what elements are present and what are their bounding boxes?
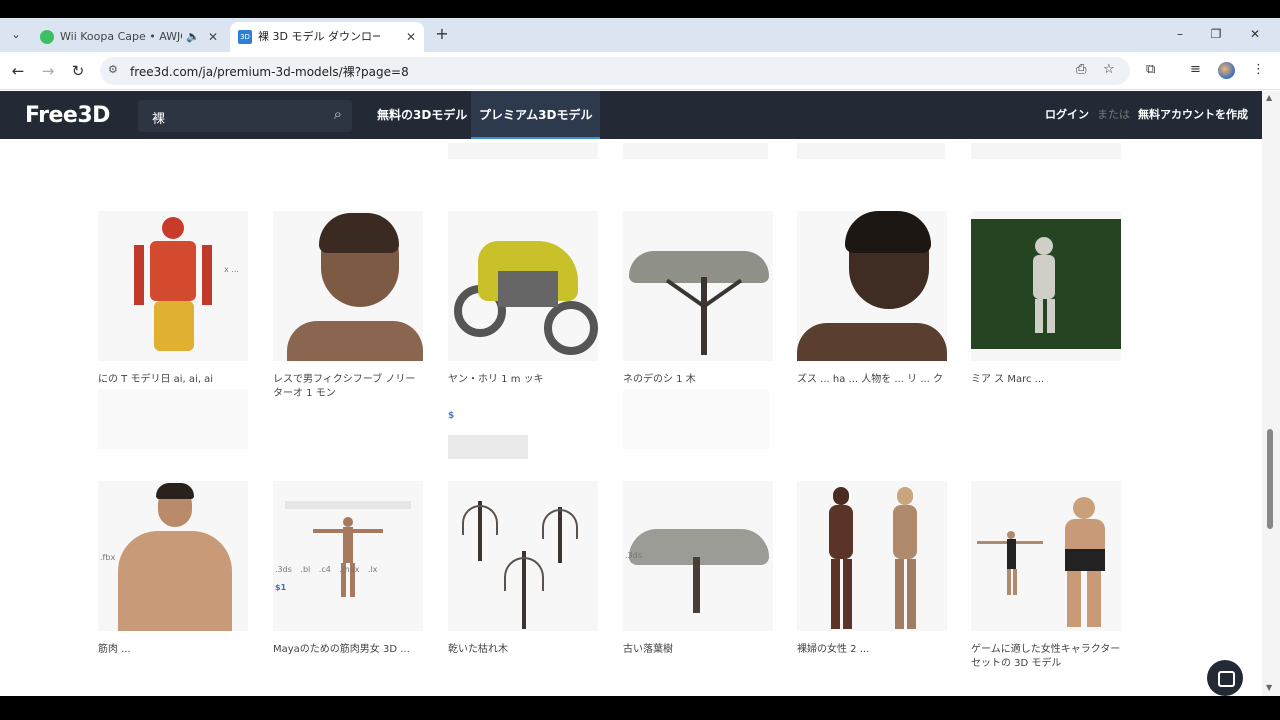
browser-window: ⌄ Wii Koopa Cape • AWJC Me 🔈 ✕ 3D 裸 3D モ… — [0, 18, 1280, 696]
model-thumbnail[interactable] — [623, 481, 773, 631]
model-card[interactable]: にの T モデリ日 ai, ai, ai x ... — [98, 211, 248, 401]
model-card[interactable]: ヤン・ホリ 1 m ッキ $ — [448, 211, 598, 421]
login-link[interactable]: ログイン — [1045, 91, 1089, 139]
model-title[interactable]: ゲームに適した女性キャラクターセットの 3D モデル — [971, 643, 1121, 671]
model-title[interactable]: Mayaのための筋肉男女 3D ... — [273, 643, 423, 671]
install-icon[interactable]: ⎙ — [1076, 62, 1086, 77]
card-placeholder — [98, 389, 248, 449]
reload-icon[interactable]: ↻ — [68, 61, 88, 81]
page-scrollbar[interactable]: ▲ ▼ — [1262, 91, 1280, 696]
tab-strip: ⌄ Wii Koopa Cape • AWJC Me 🔈 ✕ 3D 裸 3D モ… — [0, 18, 1280, 52]
free3d-favicon-icon: 3D — [238, 30, 252, 44]
prev-row-bar — [448, 143, 598, 159]
star-icon[interactable]: ☆ — [1103, 62, 1115, 77]
model-thumbnail[interactable] — [273, 211, 423, 361]
plus-icon[interactable]: + — [432, 25, 452, 45]
address-bar[interactable]: ⚙ free3d.com/ja/premium-3d-models/裸?page… — [100, 57, 1130, 85]
model-thumbnail[interactable] — [273, 481, 423, 631]
model-title[interactable]: 裸婦の女性 2 ... — [797, 643, 947, 671]
tab-label: 裸 3D モデル ダウンロード - ページ8 — [258, 30, 380, 43]
model-card[interactable]: ネのデのシ 1 木 — [623, 211, 773, 401]
close-window-icon[interactable]: ✕ — [1243, 24, 1267, 44]
extensions-icon[interactable]: ⧉ — [1146, 62, 1155, 77]
nav-free-models[interactable]: 無料の3Dモデル — [369, 91, 475, 139]
model-card[interactable]: ゲームに適した女性キャラクターセットの 3D モデル — [971, 481, 1121, 671]
speaker-icon[interactable]: 🔈 — [186, 22, 200, 52]
tab-label: Wii Koopa Cape • AWJC Me — [60, 30, 182, 43]
model-formats: .fbx — [100, 553, 116, 562]
model-thumbnail[interactable] — [797, 481, 947, 631]
url-text: free3d.com/ja/premium-3d-models/裸?page=8 — [130, 65, 409, 79]
model-grid: にの T モデリ日 ai, ai, ai x ... レスで男フィクシフーブ ノ… — [0, 139, 1262, 696]
prev-row-bar — [797, 143, 945, 159]
model-formats: x ... — [224, 265, 239, 274]
search-icon[interactable]: ⌕ — [334, 105, 342, 123]
spotify-favicon-icon — [40, 30, 54, 44]
card-placeholder — [623, 389, 769, 449]
site-header: Free3D 裸 ⌕ 無料の3Dモデル プレミアム3Dモデル ログイン または … — [0, 91, 1262, 139]
tab-free3d[interactable]: 3D 裸 3D モデル ダウンロード - ページ8 ✕ — [230, 22, 424, 52]
scrollbar-thumb[interactable] — [1267, 429, 1273, 529]
prev-row-bar — [623, 143, 768, 159]
model-price-overlay: $1 — [275, 583, 287, 592]
model-price: $ — [448, 411, 455, 421]
screen-frame: ⌄ Wii Koopa Cape • AWJC Me 🔈 ✕ 3D 裸 3D モ… — [0, 0, 1280, 720]
card-placeholder — [448, 435, 528, 459]
model-title[interactable]: 筋肉 ... — [98, 643, 248, 671]
model-title[interactable]: ミア ス Marc ... — [971, 373, 1121, 401]
site-logo[interactable]: Free3D — [25, 103, 110, 128]
search-value: 裸 — [152, 112, 166, 127]
chat-icon[interactable] — [1207, 660, 1243, 696]
model-formats: .3ds — [625, 551, 642, 560]
model-card[interactable]: レスで男フィクシフーブ ノリー ターオ 1 モン — [273, 211, 423, 401]
scroll-down-icon[interactable]: ▼ — [1266, 683, 1272, 692]
close-icon[interactable]: ✕ — [406, 22, 416, 52]
model-card[interactable]: 筋肉 ... .fbx — [98, 481, 248, 671]
model-thumbnail[interactable] — [797, 211, 947, 361]
model-thumbnail[interactable] — [623, 211, 773, 361]
tab-search-icon[interactable]: ⌄ — [6, 25, 26, 45]
forward-icon[interactable]: → — [38, 61, 58, 81]
media-icon[interactable]: ≡ — [1190, 62, 1201, 77]
back-icon[interactable]: ← — [8, 61, 28, 81]
model-thumbnail[interactable] — [448, 211, 598, 361]
signup-link[interactable]: 無料アカウントを作成 — [1138, 91, 1248, 139]
model-thumbnail[interactable] — [98, 481, 248, 631]
model-card[interactable]: 裸婦の女性 2 ... — [797, 481, 947, 671]
model-title[interactable]: レスで男フィクシフーブ ノリー ターオ 1 モン — [273, 373, 423, 401]
profile-avatar[interactable] — [1218, 62, 1235, 79]
minimize-icon[interactable]: – — [1168, 24, 1192, 44]
model-thumbnail[interactable] — [971, 481, 1121, 631]
close-icon[interactable]: ✕ — [208, 22, 218, 52]
model-card[interactable]: .3ds 古い落葉樹 — [623, 481, 773, 671]
nav-premium-models[interactable]: プレミアム3Dモデル — [471, 91, 601, 139]
browser-toolbar: ← → ↻ ⚙ free3d.com/ja/premium-3d-models/… — [0, 52, 1280, 90]
model-card[interactable]: .3ds .bl .c4 .max .lx $1 Mayaのための筋肉男女 3D… — [273, 481, 423, 671]
model-thumbnail[interactable] — [448, 481, 598, 631]
model-card[interactable]: ミア ス Marc ... — [971, 211, 1121, 401]
menu-icon[interactable]: ⋮ — [1252, 62, 1265, 77]
model-thumbnail[interactable] — [98, 211, 248, 361]
model-title[interactable]: 乾いた枯れ木 — [448, 643, 598, 671]
search-input[interactable]: 裸 ⌕ — [138, 100, 352, 132]
model-title[interactable]: 古い落葉樹 — [623, 643, 773, 671]
model-card[interactable]: ズス ... ha ... 人物を ... リ ... ク — [797, 211, 947, 401]
site-info-icon[interactable]: ⚙ — [108, 63, 118, 76]
or-text: または — [1097, 108, 1130, 121]
restore-icon[interactable]: ❐ — [1204, 24, 1228, 44]
model-title[interactable]: ズス ... ha ... 人物を ... リ ... ク — [797, 373, 947, 401]
model-thumbnail[interactable] — [971, 211, 1121, 361]
scroll-up-icon[interactable]: ▲ — [1266, 93, 1272, 102]
model-card[interactable]: 乾いた枯れ木 — [448, 481, 598, 671]
model-title[interactable]: ヤン・ホリ 1 m ッキ — [448, 373, 598, 401]
model-formats: .3ds .bl .c4 .max .lx — [275, 565, 378, 574]
prev-row-bar — [971, 143, 1121, 159]
tab-koopa[interactable]: Wii Koopa Cape • AWJC Me 🔈 ✕ — [32, 22, 226, 52]
